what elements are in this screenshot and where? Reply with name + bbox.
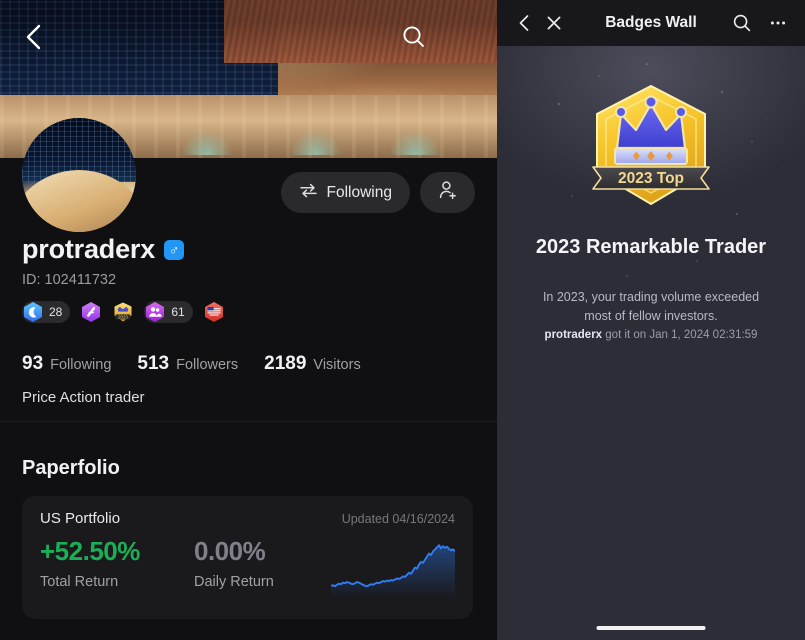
badge-followers[interactable]: 61 [144,301,193,323]
page-title: protraderx [22,234,156,264]
portfolio-name: US Portfolio [40,510,121,527]
exchange-arrows-icon [299,183,318,203]
badges-header-actions [727,8,793,38]
daily-return-label: Daily Return [194,574,274,590]
people-icon [144,301,166,323]
stat-visitors-count: 2189 [264,353,307,374]
profile-panel: Following protraderx ♂ ID: 102411732 28 … [0,0,497,640]
badge-shield[interactable] [80,301,102,323]
badges-back-button[interactable] [509,8,539,38]
portfolio-updated: Updated 04/16/2024 [341,512,455,526]
daily-return-metric: 0.00% Daily Return [194,536,348,590]
following-button-label: Following [326,183,392,201]
more-horizontal-icon[interactable] [763,8,793,38]
crown-2023-icon: 2023 [112,301,134,323]
male-symbol-icon: ♂ [164,239,185,260]
badges-wall-header: Badges Wall [497,0,805,46]
paperfolio-section-title: Paperfolio [22,457,120,479]
following-button[interactable]: Following [280,172,410,213]
stat-followers-label: Followers [176,357,239,373]
svg-text:2023: 2023 [118,314,128,319]
badge-name: 2023 Remarkable Trader [535,236,767,258]
lightning-shield-icon [80,301,102,323]
back-button[interactable] [16,20,50,54]
badge-description: In 2023, your trading volume exceeded mo… [542,290,760,323]
badge-acquisition-meta: protraderx got it on Jan 1, 2024 02:31:5… [497,329,805,341]
stat-followers[interactable]: 513 Followers [137,353,238,375]
section-divider [0,421,497,422]
stat-following-label: Following [50,357,112,373]
badge-moon[interactable]: 28 [22,301,71,323]
portfolio-card-body: +52.50% Total Return 0.00% Daily Return [22,527,473,598]
daily-return-value: 0.00% [194,536,266,566]
badge-moon-count: 28 [49,305,63,319]
badge-meta-username: protraderx [544,329,603,341]
badge-meta-timestamp: got it on Jan 1, 2024 02:31:59 [602,329,758,341]
total-return-label: Total Return [40,574,119,590]
badge-followers-count: 61 [171,305,185,319]
portfolio-sparkline-chart [330,534,456,598]
badges-wall-panel: Badges Wall 2023 Top 2023 Remarkable Tra… [497,0,805,640]
stat-visitors-label: Visitors [313,357,361,373]
stat-following-count: 93 [22,353,44,374]
username-row: protraderx ♂ [22,234,475,265]
svg-text:2023 Top: 2023 Top [618,170,684,187]
profile-bio: Price Action trader [22,389,145,406]
add-user-icon [437,179,459,206]
crescent-moon-icon [22,301,44,323]
badge-flag[interactable] [203,301,225,323]
avatar[interactable] [22,118,136,232]
portfolio-card-header: US Portfolio Updated 04/16/2024 [22,496,473,527]
stat-visitors[interactable]: 2189 Visitors [264,353,361,375]
identity-block: protraderx ♂ ID: 102411732 [22,234,475,288]
us-flag-icon [203,301,225,323]
stat-followers-count: 513 [137,353,170,374]
profile-actions: Following [280,172,475,213]
search-icon[interactable] [396,19,432,55]
portfolio-card[interactable]: US Portfolio Updated 04/16/2024 +52.50% … [22,496,473,619]
stat-following[interactable]: 93 Following [22,353,111,375]
app-root: Following protraderx ♂ ID: 102411732 28 … [0,0,805,640]
badge-strip: 28 2023 61 [22,301,225,323]
home-indicator [596,626,706,630]
stats-row: 93 Following 513 Followers 2189 Visitors [22,353,361,375]
total-return-metric: +52.50% Total Return [40,536,194,590]
add-user-button[interactable] [420,172,475,213]
user-id: ID: 102411732 [22,272,117,288]
badges-search-icon[interactable] [727,8,757,38]
close-button[interactable] [539,8,569,38]
total-return-value: +52.50% [40,536,140,566]
crown-shield-badge-icon: 2023 Top [571,72,731,222]
badge-year-2023[interactable]: 2023 [112,301,134,323]
